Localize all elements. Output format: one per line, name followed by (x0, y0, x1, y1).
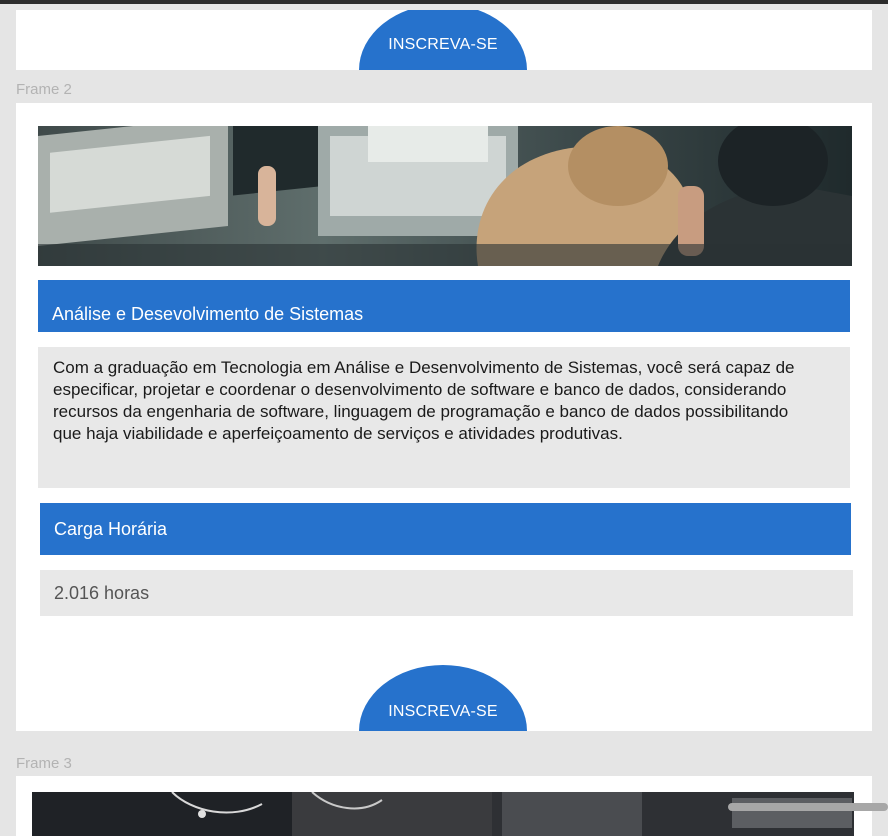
banner-image (32, 792, 854, 836)
horizontal-scrollbar-thumb[interactable] (728, 803, 888, 811)
subscribe-button-top[interactable]: INSCREVA-SE (359, 10, 527, 70)
workload-value: 2.016 horas (54, 583, 150, 603)
frame-1: INSCREVA-SE (16, 10, 872, 70)
workload-heading-bar: Carga Horária (40, 503, 851, 555)
course-photo-image (38, 126, 852, 266)
course-title-bar: Análise e Desevolvimento de Sistemas (38, 280, 850, 332)
subscribe-button-label: INSCREVA-SE (388, 703, 498, 720)
workload-heading: Carga Horária (54, 519, 168, 539)
frame-2: Análise e Desevolvimento de Sistemas Com… (16, 103, 872, 731)
course-title: Análise e Desevolvimento de Sistemas (52, 304, 364, 324)
course-description-box: Com a graduação em Tecnologia em Análise… (38, 347, 850, 488)
subscribe-button-label: INSCREVA-SE (388, 36, 498, 53)
frame-label-2[interactable]: Frame 2 (16, 81, 72, 98)
course-description: Com a graduação em Tecnologia em Análise… (53, 358, 795, 443)
frame-label-3[interactable]: Frame 3 (16, 755, 72, 772)
top-toolbar-edge (0, 0, 888, 4)
workload-value-box: 2.016 horas (40, 570, 853, 616)
subscribe-button[interactable]: INSCREVA-SE (359, 665, 527, 731)
